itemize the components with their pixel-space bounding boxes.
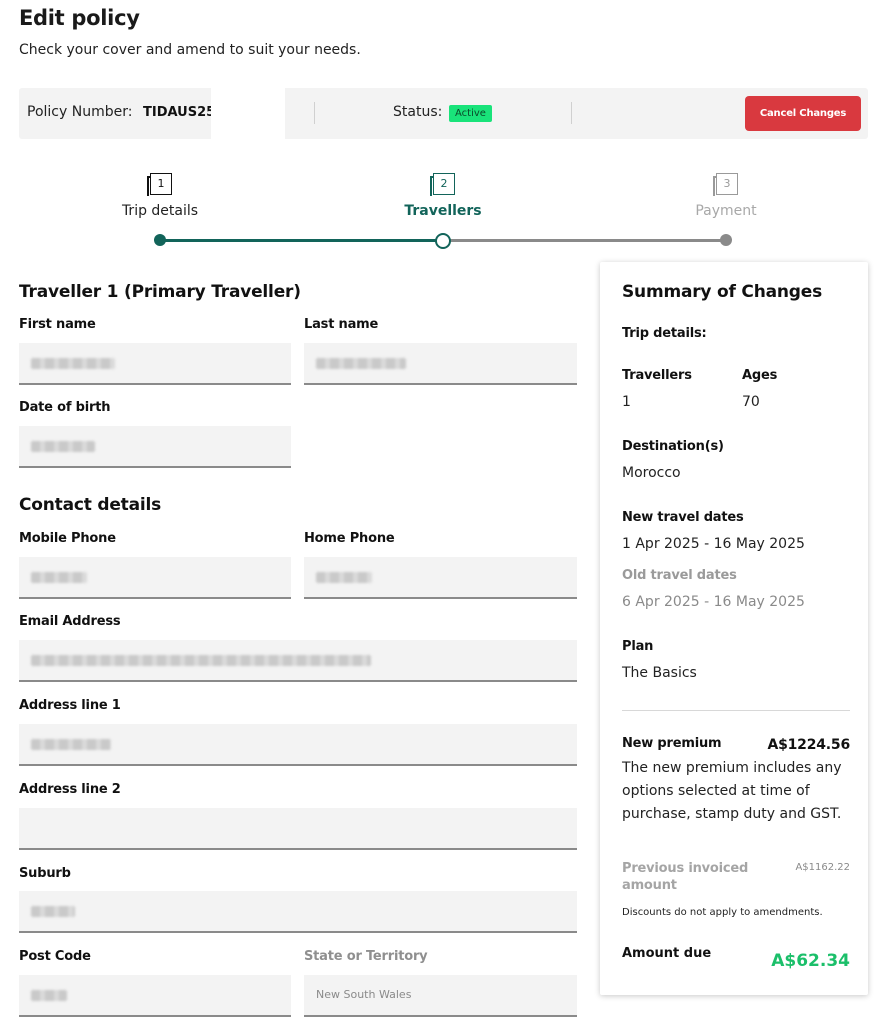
- policy-number-label: Policy Number:: [27, 104, 133, 120]
- previous-invoiced-label: Previous invoiced amount: [622, 861, 749, 893]
- step-payment: 3 Payment: [651, 172, 801, 219]
- divider: [571, 102, 572, 124]
- discount-note: Discounts do not apply to amendments.: [622, 907, 823, 918]
- email-label: Email Address: [19, 614, 121, 629]
- plan-label: Plan: [622, 639, 654, 654]
- destinations-label: Destination(s): [622, 439, 724, 454]
- status-badge: Active: [449, 105, 492, 122]
- mobile-phone-label: Mobile Phone: [19, 531, 116, 546]
- policy-number-redaction: [211, 88, 285, 139]
- progress-track-complete: [160, 239, 443, 242]
- summary-title: Summary of Changes: [622, 282, 822, 302]
- post-code-field[interactable]: [19, 975, 291, 1017]
- redacted-value: [31, 358, 115, 369]
- address-line-1-label: Address line 1: [19, 698, 121, 713]
- address-line-2-label: Address line 2: [19, 782, 121, 797]
- policy-number-value: TIDAUS25: [143, 105, 216, 120]
- ages-label: Ages: [742, 368, 778, 383]
- new-premium-label: New premium: [622, 736, 722, 751]
- divider: [314, 102, 315, 124]
- redacted-value: [316, 358, 406, 369]
- previous-invoiced-value: A$1162.22: [795, 862, 850, 873]
- premium-note: The new premium includes any options sel…: [622, 760, 842, 822]
- cancel-changes-button[interactable]: Cancel Changes: [745, 96, 861, 131]
- step-number-icon: 2: [430, 172, 456, 198]
- address-line-1-field[interactable]: [19, 724, 577, 766]
- suburb-label: Suburb: [19, 866, 71, 881]
- mobile-phone-field[interactable]: [19, 557, 291, 599]
- address-line-2-field[interactable]: [19, 808, 577, 850]
- policy-info-bar: Policy Number: TIDAUS25 Status: Active C…: [19, 88, 868, 139]
- first-name-label: First name: [19, 317, 96, 332]
- step-travellers: 2 Travellers: [368, 172, 518, 219]
- last-name-field[interactable]: [304, 343, 577, 385]
- redacted-value: [31, 990, 67, 1001]
- trip-details-label: Trip details:: [622, 326, 707, 341]
- old-travel-dates-value: 6 Apr 2025 - 16 May 2025: [622, 594, 805, 610]
- progress-track-remaining: [443, 239, 726, 242]
- new-premium-value: A$1224.56: [767, 737, 850, 753]
- email-field[interactable]: [19, 640, 577, 682]
- redacted-value: [31, 441, 95, 452]
- step-label: Trip details: [121, 203, 199, 219]
- summary-divider: [622, 710, 850, 711]
- old-travel-dates-label: Old travel dates: [622, 568, 737, 583]
- step-number: 3: [716, 173, 738, 195]
- dob-field[interactable]: [19, 426, 291, 468]
- home-phone-label: Home Phone: [304, 531, 395, 546]
- step-number-icon: 1: [147, 172, 173, 198]
- progress-stepper: 1 Trip details 2 Travellers 3 Payment: [0, 172, 876, 252]
- summary-of-changes-panel: Summary of Changes Trip details: Travell…: [600, 262, 868, 995]
- dob-label: Date of birth: [19, 400, 111, 415]
- suburb-field[interactable]: [19, 891, 577, 933]
- traveller-section-title: Traveller 1 (Primary Traveller): [19, 282, 301, 302]
- redacted-value: [316, 572, 372, 583]
- post-code-label: Post Code: [19, 949, 91, 964]
- step-number-icon: 3: [713, 172, 739, 198]
- redacted-value: [31, 906, 75, 917]
- step-number: 1: [150, 173, 172, 195]
- status-label: Status:: [393, 104, 443, 120]
- redacted-value: [31, 739, 111, 750]
- plan-value: The Basics: [622, 665, 697, 681]
- step-number: 2: [433, 173, 455, 195]
- ages-value: 70: [742, 394, 760, 410]
- destinations-value: Morocco: [622, 465, 681, 481]
- step-label: Payment: [695, 203, 757, 219]
- step-dot-upcoming: [720, 234, 732, 246]
- page-subtitle: Check your cover and amend to suit your …: [19, 42, 361, 58]
- travellers-value: 1: [622, 394, 631, 410]
- travellers-label: Travellers: [622, 368, 692, 383]
- last-name-label: Last name: [304, 317, 379, 332]
- state-territory-label: State or Territory: [304, 949, 428, 964]
- redacted-value: [31, 655, 371, 666]
- contact-section-title: Contact details: [19, 495, 162, 515]
- page-title: Edit policy: [19, 6, 140, 30]
- step-label: Travellers: [404, 203, 482, 219]
- state-territory-select[interactable]: New South Wales: [304, 975, 577, 1017]
- step-dot-current: [435, 233, 451, 249]
- redacted-value: [31, 572, 87, 583]
- step-trip-details[interactable]: 1 Trip details: [85, 172, 235, 219]
- first-name-field[interactable]: [19, 343, 291, 385]
- amount-due-value: A$62.34: [771, 951, 850, 971]
- state-territory-value: New South Wales: [316, 988, 412, 1001]
- home-phone-field[interactable]: [304, 557, 577, 599]
- amount-due-label: Amount due: [622, 946, 712, 961]
- new-travel-dates-value: 1 Apr 2025 - 16 May 2025: [622, 536, 805, 552]
- new-travel-dates-label: New travel dates: [622, 510, 744, 525]
- step-dot-complete: [154, 234, 166, 246]
